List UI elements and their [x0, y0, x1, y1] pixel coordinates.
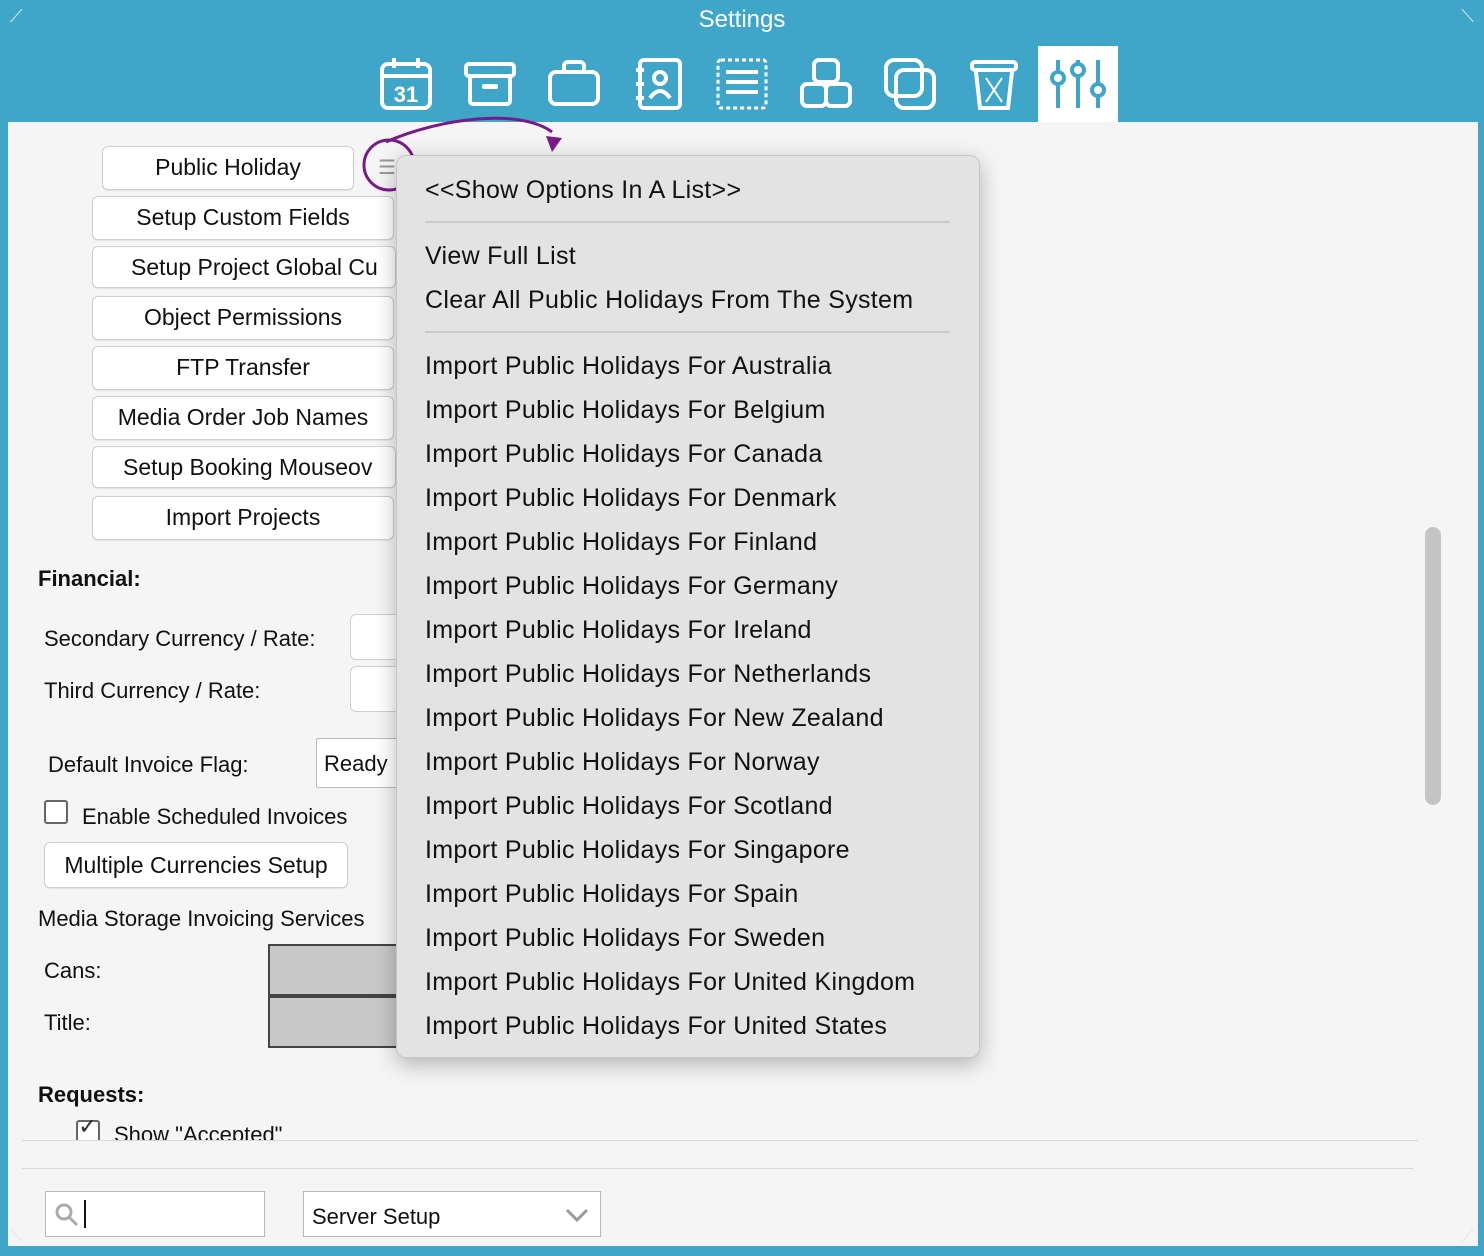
search-icon [55, 1203, 79, 1227]
media-storage-label: Media Storage Invoicing Services [38, 906, 365, 931]
chevron-down-icon [565, 1208, 589, 1223]
menu-item-import[interactable]: Import Public Holidays For Norway [425, 748, 820, 777]
search-input[interactable] [45, 1191, 265, 1237]
default-invoice-flag-label: Default Invoice Flag: [48, 752, 249, 777]
menu-item-show-options[interactable]: <<Show Options In A List>> [425, 176, 741, 205]
enable-scheduled-invoices-checkbox[interactable] [44, 800, 68, 824]
text-cursor [84, 1200, 86, 1228]
setup-custom-fields-button[interactable]: Setup Custom Fields [92, 196, 394, 240]
enable-scheduled-invoices-label: Enable Scheduled Invoices [82, 804, 348, 829]
menu-item-import[interactable]: Import Public Holidays For Denmark [425, 484, 837, 513]
object-permissions-button[interactable]: Object Permissions [92, 296, 394, 340]
vertical-scrollbar[interactable] [1425, 527, 1441, 805]
options-list-icon[interactable]: ☰ [378, 155, 396, 180]
menu-item-import[interactable]: Import Public Holidays For United Kingdo… [425, 968, 915, 997]
secondary-currency-label: Secondary Currency / Rate: [44, 626, 316, 651]
show-accepted-label: Show "Accepted" [114, 1122, 283, 1140]
title-label: Title: [44, 1010, 91, 1035]
menu-separator [425, 221, 950, 223]
menu-item-import[interactable]: Import Public Holidays For Belgium [425, 396, 826, 425]
ftp-transfer-button[interactable]: FTP Transfer [92, 346, 394, 390]
resize-corner-icon[interactable]: ⟋ [1461, 1226, 1474, 1247]
financial-heading: Financial: [38, 566, 141, 591]
menu-item-clear-all[interactable]: Clear All Public Holidays From The Syste… [425, 286, 913, 315]
setup-project-global-button[interactable]: Setup Project Global Cu [92, 246, 396, 288]
checkmark-icon: ✓ [78, 1120, 99, 1140]
public-holiday-options-menu: <<Show Options In A List>> View Full Lis… [396, 155, 980, 1058]
menu-item-import[interactable]: Import Public Holidays For Canada [425, 440, 823, 469]
cans-label: Cans: [44, 958, 102, 983]
import-projects-button[interactable]: Import Projects [92, 496, 394, 540]
settings-category-value: Server Setup [312, 1204, 441, 1229]
show-accepted-checkbox[interactable]: ✓ [76, 1120, 100, 1140]
menu-item-import[interactable]: Import Public Holidays For Germany [425, 572, 838, 601]
cans-field[interactable] [268, 944, 412, 996]
menu-item-import[interactable]: Import Public Holidays For United States [425, 1012, 887, 1041]
menu-item-import[interactable]: Import Public Holidays For Singapore [425, 836, 850, 865]
multiple-currencies-setup-button[interactable]: Multiple Currencies Setup [44, 842, 348, 888]
menu-separator [425, 331, 950, 333]
default-invoice-flag-value: Ready [324, 751, 388, 776]
menu-item-view-full-list[interactable]: View Full List [425, 242, 576, 271]
menu-item-import[interactable]: Import Public Holidays For Spain [425, 880, 799, 909]
resize-corner-icon[interactable]: ⟍ [10, 1226, 23, 1247]
menu-item-import[interactable]: Import Public Holidays For Australia [425, 352, 832, 381]
menu-item-import[interactable]: Import Public Holidays For Netherlands [425, 660, 871, 689]
media-order-job-names-button[interactable]: Media Order Job Names [92, 396, 394, 440]
setup-booking-mouseover-button[interactable]: Setup Booking Mouseov [92, 446, 396, 488]
divider [22, 1140, 1418, 1141]
settings-category-select[interactable]: Server Setup [303, 1191, 601, 1237]
menu-item-import[interactable]: Import Public Holidays For Ireland [425, 616, 812, 645]
title-field[interactable] [268, 996, 412, 1048]
menu-item-import[interactable]: Import Public Holidays For Scotland [425, 792, 833, 821]
public-holiday-button[interactable]: Public Holiday [102, 146, 354, 190]
menu-item-import[interactable]: Import Public Holidays For New Zealand [425, 704, 884, 733]
window-frame: ⟋ ⟍ Settings 31 ☰ Public Holiday Setup C… [0, 0, 1484, 1256]
third-currency-label: Third Currency / Rate: [44, 678, 261, 703]
menu-item-import[interactable]: Import Public Holidays For Sweden [425, 924, 825, 953]
requests-clip: ✓ Show "Accepted" [8, 1120, 1418, 1140]
requests-heading: Requests: [38, 1082, 145, 1107]
divider [22, 1168, 1414, 1169]
default-invoice-flag-select[interactable]: Ready [316, 738, 408, 788]
menu-item-import[interactable]: Import Public Holidays For Finland [425, 528, 817, 557]
